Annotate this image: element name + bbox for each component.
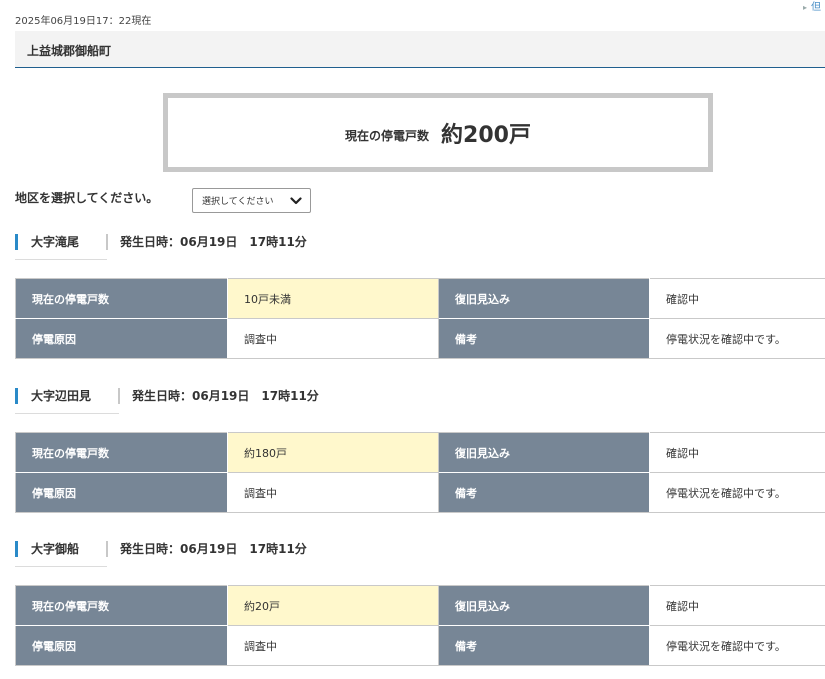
district-select[interactable]: 選択してください xyxy=(192,188,311,213)
town-name: 上益城郡御船町 xyxy=(27,44,112,58)
area-section: 大字滝尾 発生日時：06月19日 17時11分 現在の停電戸数 10戸未満 復旧… xyxy=(15,234,825,359)
area-section: 大字御船 発生日時：06月19日 17時11分 現在の停電戸数 約20戸 復旧見… xyxy=(15,541,825,666)
occurrence-datetime: 発生日時：06月19日 17時11分 xyxy=(120,542,307,556)
summary-label: 現在の停電戸数 xyxy=(345,129,430,143)
current-outages-value: 10戸未満 xyxy=(227,278,439,319)
area-header: 大字滝尾 発生日時：06月19日 17時11分 xyxy=(15,234,825,260)
area-name-underline xyxy=(15,566,107,567)
current-outages-value: 約20戸 xyxy=(227,585,439,626)
table-row: 停電原因 調査中 備考 停電状況を確認中です。 xyxy=(15,472,825,513)
table-row: 現在の停電戸数 10戸未満 復旧見込み 確認中 xyxy=(15,278,825,319)
remarks-value: 停電状況を確認中です。 xyxy=(649,625,825,666)
summary-value: 約200戸 xyxy=(441,122,531,148)
corner-link[interactable]: ▸ 但 xyxy=(803,0,821,13)
outage-summary-box: 現在の停電戸数 約200戸 xyxy=(163,93,713,172)
outage-table: 現在の停電戸数 約20戸 復旧見込み 確認中 停電原因 調査中 備考 停電状況を… xyxy=(15,585,825,666)
restoration-value: 確認中 xyxy=(649,432,825,473)
cause-header: 停電原因 xyxy=(15,472,228,513)
occurrence-datetime: 発生日時：06月19日 17時11分 xyxy=(132,389,319,403)
current-outages-header: 現在の停電戸数 xyxy=(15,278,228,319)
restoration-value: 確認中 xyxy=(649,278,825,319)
area-section: 大字辺田見 発生日時：06月19日 17時11分 現在の停電戸数 約180戸 復… xyxy=(15,388,825,513)
area-name: 大字辺田見 xyxy=(15,388,91,404)
header-separator xyxy=(118,388,120,404)
remarks-header: 備考 xyxy=(438,318,650,359)
area-name: 大字滝尾 xyxy=(15,234,79,250)
district-select-label: 地区を選択してください。 xyxy=(15,191,159,205)
table-row: 停電原因 調査中 備考 停電状況を確認中です。 xyxy=(15,318,825,359)
remarks-header: 備考 xyxy=(438,625,650,666)
remarks-header: 備考 xyxy=(438,472,650,513)
outage-table: 現在の停電戸数 約180戸 復旧見込み 確認中 停電原因 調査中 備考 停電状況… xyxy=(15,432,825,513)
restoration-header: 復旧見込み xyxy=(438,585,650,626)
occurrence-datetime: 発生日時：06月19日 17時11分 xyxy=(120,235,307,249)
table-row: 停電原因 調査中 備考 停電状況を確認中です。 xyxy=(15,625,825,666)
header-separator xyxy=(106,541,108,557)
remarks-value: 停電状況を確認中です。 xyxy=(649,318,825,359)
table-row: 現在の停電戸数 約20戸 復旧見込み 確認中 xyxy=(15,585,825,626)
chevron-down-icon xyxy=(290,197,302,205)
update-timestamp: 2025年06月19日17：22現在 xyxy=(15,16,152,27)
area-name-underline xyxy=(15,259,107,260)
current-outages-header: 現在の停電戸数 xyxy=(15,432,228,473)
district-select-value: 選択してください xyxy=(202,197,274,207)
area-header: 大字御船 発生日時：06月19日 17時11分 xyxy=(15,541,825,567)
cause-value: 調査中 xyxy=(227,625,439,666)
town-header: 上益城郡御船町 xyxy=(15,31,825,68)
remarks-value: 停電状況を確認中です。 xyxy=(649,472,825,513)
cause-header: 停電原因 xyxy=(15,318,228,359)
current-outages-value: 約180戸 xyxy=(227,432,439,473)
cause-value: 調査中 xyxy=(227,472,439,513)
area-header: 大字辺田見 発生日時：06月19日 17時11分 xyxy=(15,388,825,414)
cause-header: 停電原因 xyxy=(15,625,228,666)
triangle-right-icon: ▸ xyxy=(802,3,807,12)
header-separator xyxy=(106,234,108,250)
restoration-header: 復旧見込み xyxy=(438,278,650,319)
corner-link-text: 但 xyxy=(811,2,821,13)
area-name: 大字御船 xyxy=(15,541,79,557)
restoration-header: 復旧見込み xyxy=(438,432,650,473)
current-outages-header: 現在の停電戸数 xyxy=(15,585,228,626)
cause-value: 調査中 xyxy=(227,318,439,359)
outage-table: 現在の停電戸数 10戸未満 復旧見込み 確認中 停電原因 調査中 備考 停電状況… xyxy=(15,278,825,359)
restoration-value: 確認中 xyxy=(649,585,825,626)
table-row: 現在の停電戸数 約180戸 復旧見込み 確認中 xyxy=(15,432,825,473)
area-name-underline xyxy=(15,413,119,414)
